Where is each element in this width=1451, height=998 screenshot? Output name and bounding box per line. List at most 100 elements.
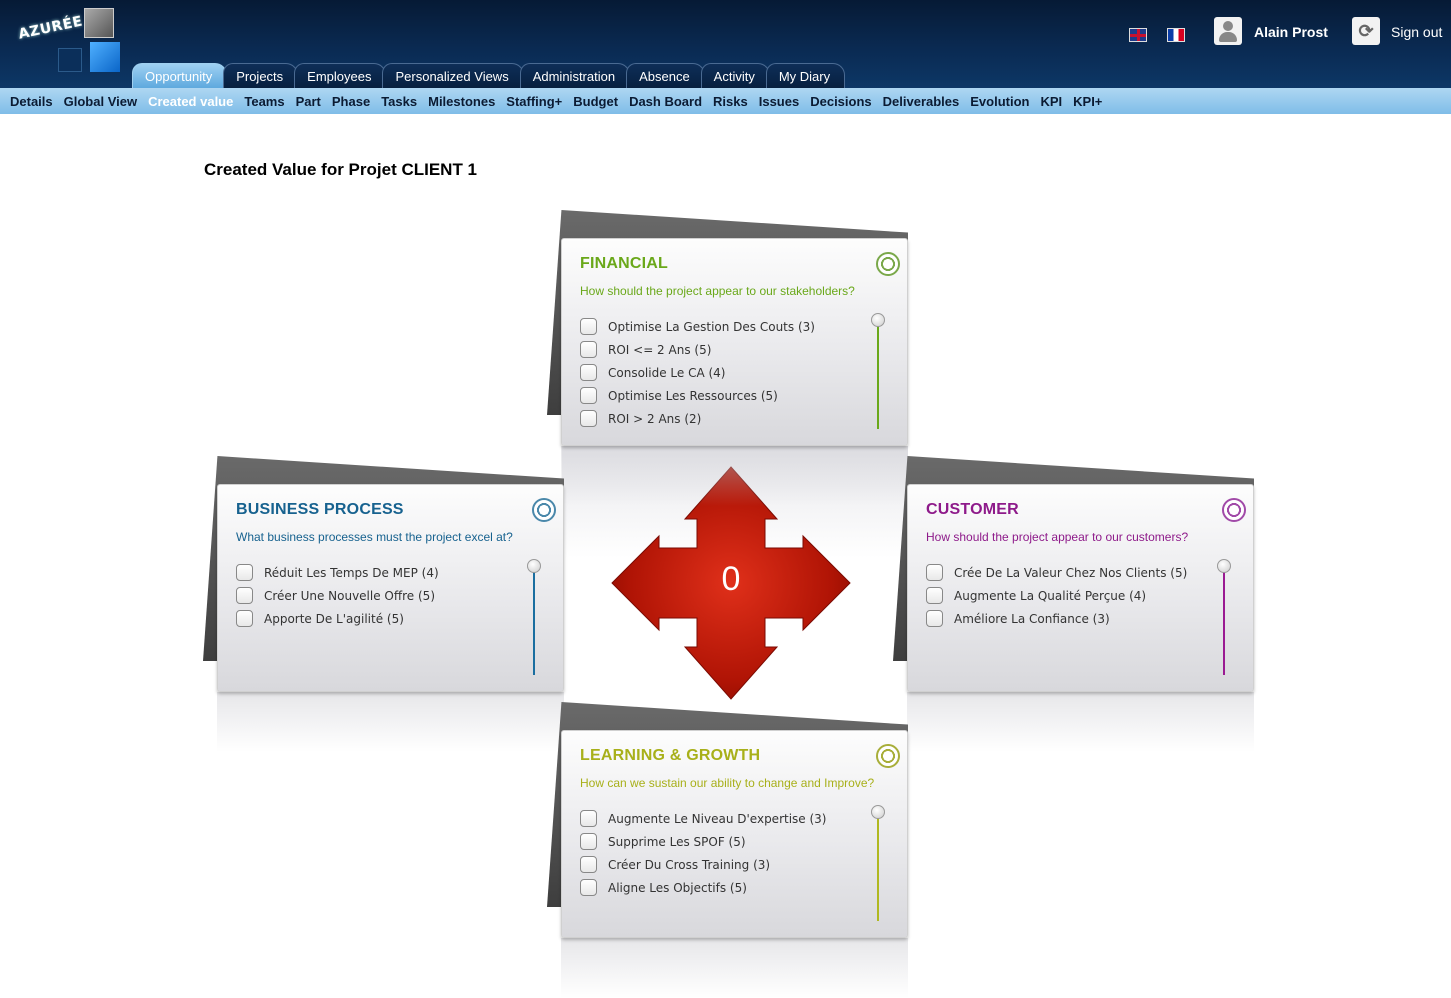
checkbox-icon[interactable]: [580, 341, 597, 358]
item-label: Crée De La Valeur Chez Nos Clients (5): [954, 565, 1188, 580]
subnav-details[interactable]: Details: [10, 94, 53, 109]
item-label: Améliore La Confiance (3): [954, 611, 1110, 626]
checkbox-icon[interactable]: [580, 833, 597, 850]
item-label: Aligne Les Objectifs (5): [608, 880, 747, 895]
slider-knob[interactable]: [1217, 559, 1231, 573]
subnav-milestones[interactable]: Milestones: [428, 94, 495, 109]
item-label: Créer Du Cross Training (3): [608, 857, 771, 872]
card-business-process: BUSINESS PROCESS What business processes…: [203, 456, 564, 752]
logo-text: AZURÉE: [17, 13, 85, 43]
user-name[interactable]: Alain Prost: [1254, 24, 1328, 40]
subnav-decisions[interactable]: Decisions: [810, 94, 871, 109]
list-item[interactable]: Réduit Les Temps De MEP (4): [236, 561, 439, 584]
item-label: Supprime Les SPOF (5): [608, 834, 746, 849]
subnav-issues[interactable]: Issues: [759, 94, 799, 109]
uk-flag-icon[interactable]: [1129, 28, 1147, 42]
sign-out-link[interactable]: Sign out: [1391, 24, 1442, 40]
card-customer: CUSTOMER How should the project appear t…: [893, 456, 1254, 752]
list-item[interactable]: Augmente Le Niveau D'expertise (3): [580, 807, 826, 830]
item-label: Augmente La Qualité Perçue (4): [954, 588, 1147, 603]
subnav-evolution[interactable]: Evolution: [970, 94, 1029, 109]
subnav-dash-board[interactable]: Dash Board: [629, 94, 702, 109]
item-label: Consolide Le CA (4): [608, 365, 726, 380]
slider-knob[interactable]: [527, 559, 541, 573]
tab-administration[interactable]: Administration: [519, 63, 631, 88]
subnav-phase[interactable]: Phase: [332, 94, 370, 109]
slider-knob[interactable]: [871, 805, 885, 819]
checkbox-icon[interactable]: [236, 564, 253, 581]
subnav-tasks[interactable]: Tasks: [381, 94, 417, 109]
list-item[interactable]: Apporte De L'agilité (5): [236, 607, 439, 630]
checkbox-icon[interactable]: [926, 587, 943, 604]
checkbox-icon[interactable]: [580, 364, 597, 381]
main-tabs: Opportunity Projects Employees Personali…: [132, 63, 846, 88]
item-label: ROI > 2 Ans (2): [608, 411, 702, 426]
sign-out-icon[interactable]: ⟳: [1352, 17, 1380, 45]
ring-icon: [876, 252, 900, 276]
tab-absence[interactable]: Absence: [626, 63, 705, 88]
slider-track: [877, 815, 879, 921]
list-item[interactable]: Supprime Les SPOF (5): [580, 830, 826, 853]
tab-personalized-views[interactable]: Personalized Views: [382, 63, 524, 88]
ring-icon: [876, 744, 900, 768]
subnav-kpi[interactable]: KPI: [1040, 94, 1062, 109]
card-title: FINANCIAL: [580, 255, 669, 272]
user-icon[interactable]: [1214, 17, 1242, 45]
checkbox-icon[interactable]: [926, 564, 943, 581]
checkbox-icon[interactable]: [580, 856, 597, 873]
objective-list: Crée De La Valeur Chez Nos Clients (5) A…: [926, 561, 1187, 630]
checkbox-icon[interactable]: [926, 610, 943, 627]
card-panel: CUSTOMER How should the project appear t…: [907, 484, 1254, 692]
subnav-deliverables[interactable]: Deliverables: [883, 94, 960, 109]
france-flag-icon[interactable]: [1167, 28, 1185, 42]
tab-my-diary[interactable]: My Diary: [765, 63, 846, 88]
list-item[interactable]: Optimise Les Ressources (5): [580, 384, 815, 407]
subnav-teams[interactable]: Teams: [244, 94, 284, 109]
slider-track: [533, 569, 535, 675]
list-item[interactable]: Augmente La Qualité Perçue (4): [926, 584, 1187, 607]
subnav-staffing-plus[interactable]: Staffing+: [506, 94, 562, 109]
logo-square-gray: [84, 8, 114, 38]
item-label: Optimise Les Ressources (5): [608, 388, 778, 403]
card-subtitle: How can we sustain our ability to change…: [580, 776, 875, 790]
tab-activity[interactable]: Activity: [700, 63, 770, 88]
checkbox-icon[interactable]: [236, 610, 253, 627]
checkbox-icon[interactable]: [580, 810, 597, 827]
created-value-score: 0: [721, 560, 741, 598]
slider-track: [877, 323, 879, 429]
list-item[interactable]: ROI <= 2 Ans (5): [580, 338, 815, 361]
list-item[interactable]: Optimise La Gestion Des Couts (3): [580, 315, 815, 338]
checkbox-icon[interactable]: [580, 879, 597, 896]
checkbox-icon[interactable]: [236, 587, 253, 604]
subnav-created-value[interactable]: Created value: [148, 94, 233, 109]
list-item[interactable]: Crée De La Valeur Chez Nos Clients (5): [926, 561, 1187, 584]
slider-knob[interactable]: [871, 313, 885, 327]
list-item[interactable]: Consolide Le CA (4): [580, 361, 815, 384]
subnav-global-view[interactable]: Global View: [64, 94, 137, 109]
card-subtitle: How should the project appear to our cus…: [926, 530, 1189, 544]
ring-icon: [1222, 498, 1246, 522]
list-item[interactable]: Aligne Les Objectifs (5): [580, 876, 826, 899]
card-subtitle: What business processes must the project…: [236, 530, 513, 544]
item-label: Réduit Les Temps De MEP (4): [264, 565, 439, 580]
tab-projects[interactable]: Projects: [223, 63, 299, 88]
subnav-part[interactable]: Part: [296, 94, 321, 109]
azuree-logo[interactable]: AZURÉE: [8, 4, 128, 80]
tab-opportunity[interactable]: Opportunity: [132, 63, 228, 88]
list-item[interactable]: Créer Une Nouvelle Offre (5): [236, 584, 439, 607]
slider-track: [1223, 569, 1225, 675]
sub-navigation: Details Global View Created value Teams …: [0, 88, 1451, 114]
list-item[interactable]: ROI > 2 Ans (2): [580, 407, 815, 430]
card-panel: FINANCIAL How should the project appear …: [561, 238, 908, 446]
checkbox-icon[interactable]: [580, 318, 597, 335]
subnav-risks[interactable]: Risks: [713, 94, 748, 109]
tab-employees[interactable]: Employees: [294, 63, 387, 88]
subnav-kpi-plus[interactable]: KPI+: [1073, 94, 1102, 109]
card-panel: BUSINESS PROCESS What business processes…: [217, 484, 564, 692]
subnav-budget[interactable]: Budget: [573, 94, 618, 109]
checkbox-icon[interactable]: [580, 387, 597, 404]
logo-square-blue: [90, 42, 120, 72]
checkbox-icon[interactable]: [580, 410, 597, 427]
list-item[interactable]: Créer Du Cross Training (3): [580, 853, 826, 876]
list-item[interactable]: Améliore La Confiance (3): [926, 607, 1187, 630]
